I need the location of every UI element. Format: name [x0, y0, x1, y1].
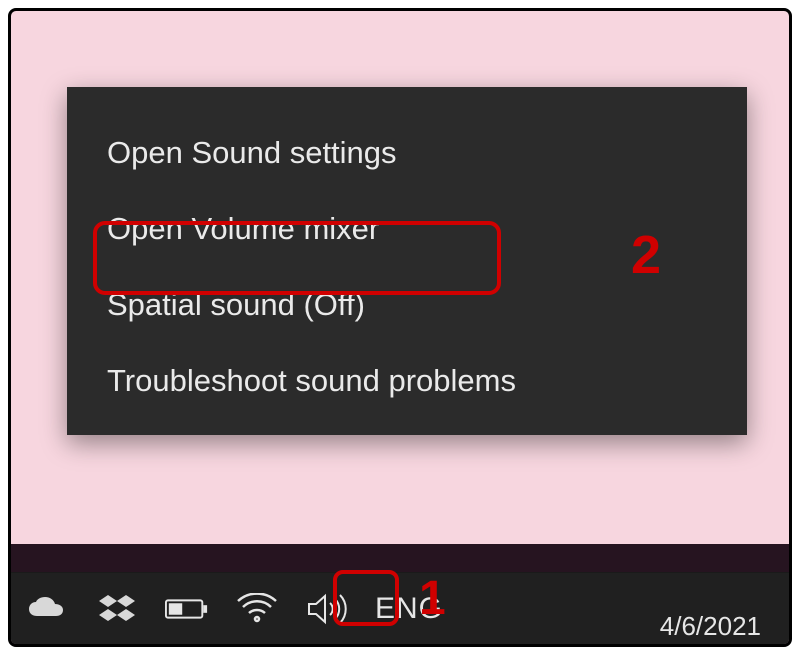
- annotation-step-2: 2: [631, 224, 661, 286]
- battery-icon[interactable]: [165, 589, 209, 629]
- volume-icon[interactable]: [305, 589, 349, 629]
- screenshot-frame: Open Sound settings Open Volume mixer Sp…: [8, 8, 792, 647]
- dropbox-icon[interactable]: [95, 589, 139, 629]
- annotation-step-1: 1: [419, 571, 446, 626]
- taskbar-date[interactable]: 4/6/2021: [660, 611, 761, 642]
- menu-item-troubleshoot[interactable]: Troubleshoot sound problems: [67, 343, 747, 419]
- menu-item-open-sound-settings[interactable]: Open Sound settings: [67, 115, 747, 191]
- wifi-icon[interactable]: [235, 589, 279, 629]
- onedrive-icon[interactable]: [25, 589, 69, 629]
